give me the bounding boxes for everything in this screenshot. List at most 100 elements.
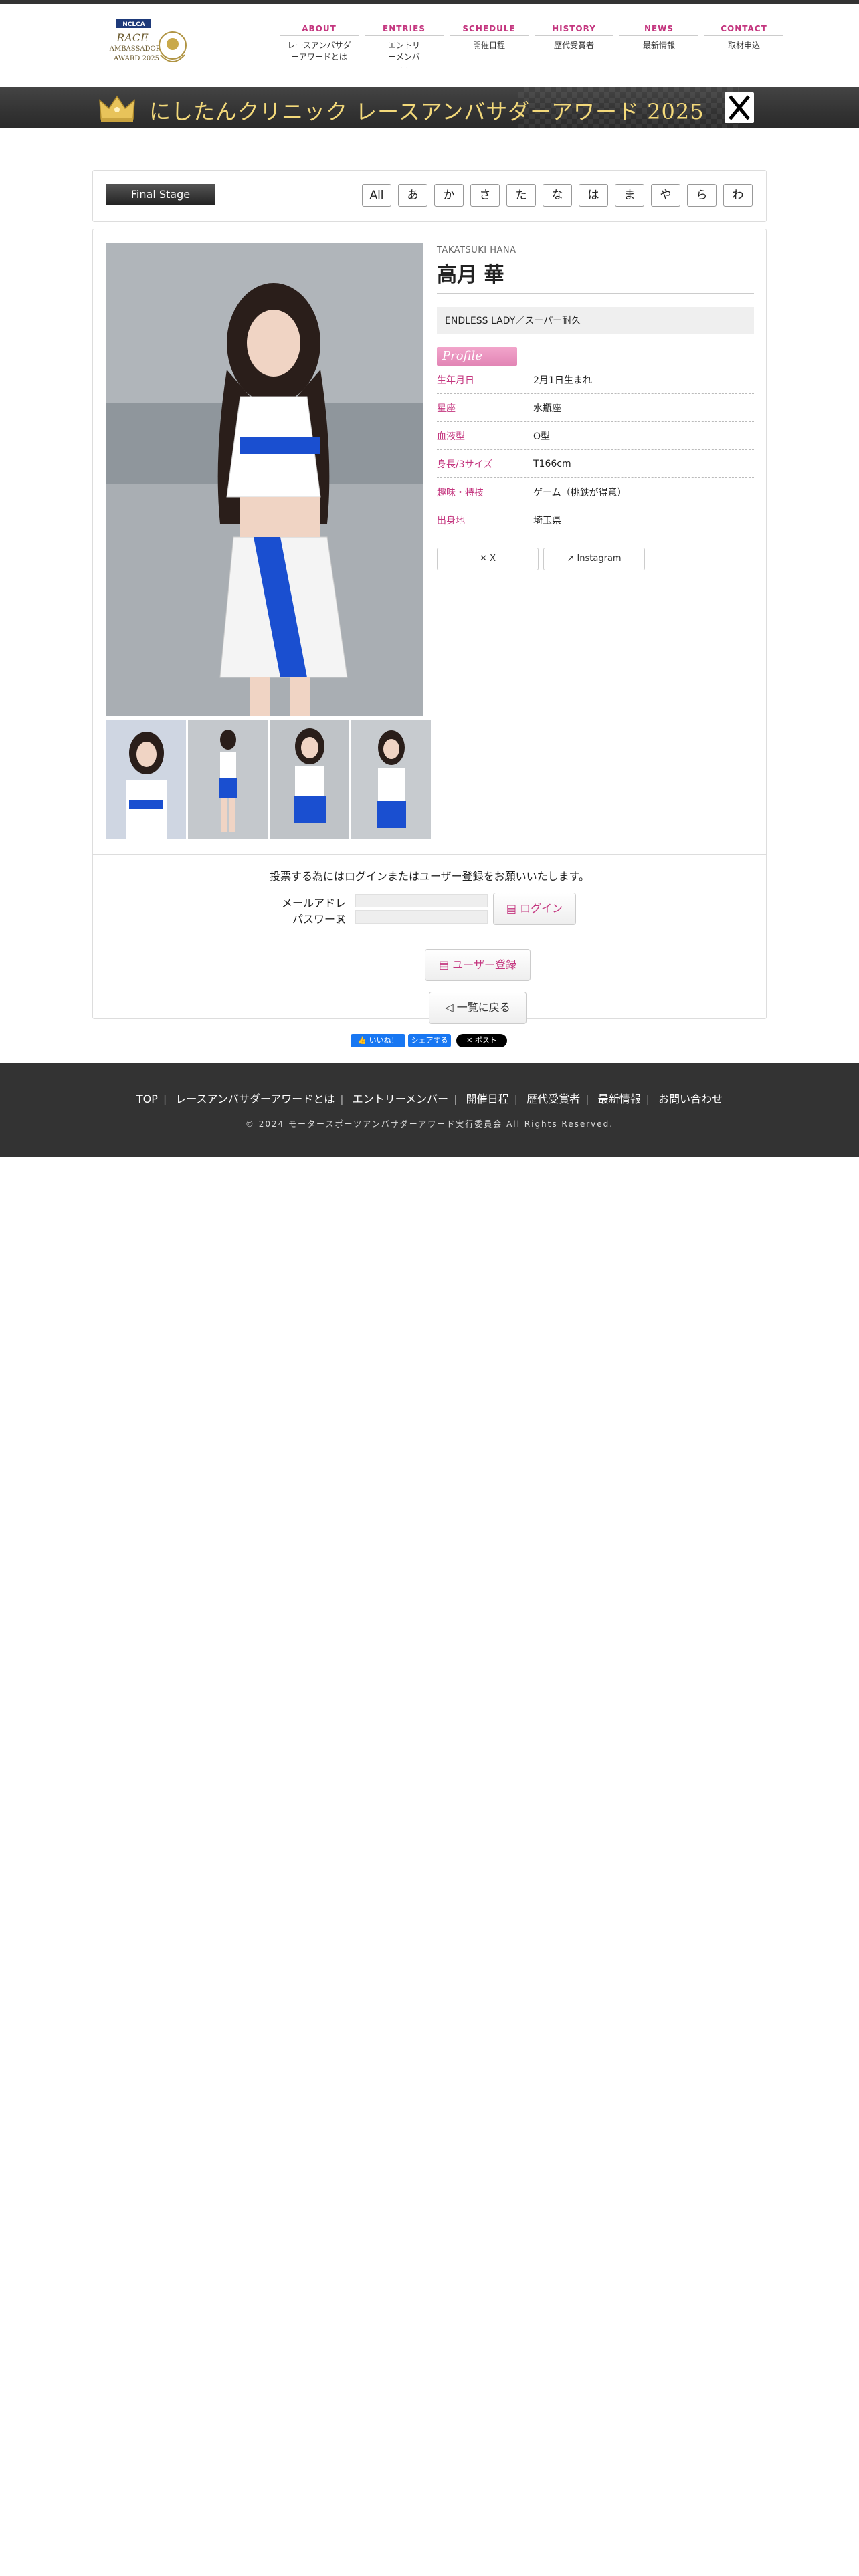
header: NCLCA RACE AMBASSADOR AWARD 2025 ABOUT レー… [95, 4, 783, 87]
name-japanese: 高月 華 [437, 258, 754, 294]
kana-ha-button[interactable]: は [579, 184, 608, 207]
footer-link-entries[interactable]: エントリーメンバー [353, 1093, 448, 1105]
x-link-button[interactable]: ✕ X [437, 548, 539, 570]
back-label: 一覧に戻る [456, 1001, 510, 1014]
footer: TOP | レースアンバサダーアワードとは | エントリーメンバー | 開催日程 | 歴… [0, 1063, 859, 1157]
nav-news[interactable]: NEWS 最新情報 [619, 21, 698, 74]
kana-all-button[interactable]: All [362, 184, 391, 207]
kana-a-button[interactable]: あ [398, 184, 427, 207]
login-form: メールアドレス パスワード ▤ ログイン [276, 891, 584, 932]
nav-entries-en: ENTRIES [365, 21, 444, 36]
kana-na-button[interactable]: な [543, 184, 572, 207]
main-photo[interactable] [106, 243, 423, 716]
profile-row-value: 2月1日生まれ [533, 374, 592, 386]
back-icon: ◁ [445, 1001, 457, 1014]
email-field[interactable] [355, 894, 488, 907]
thumbnail-1[interactable] [106, 720, 186, 839]
kana-ya-button[interactable]: や [651, 184, 680, 207]
profile-row-value: ゲーム（桃鉄が得意） [533, 487, 627, 498]
copyright: © 2024 モータースポーツアンバサダーアワード実行委員会 All Right… [245, 1119, 614, 1129]
profile-row: 血液型 O型 [437, 422, 754, 450]
profile-row-label: 趣味・特技 [437, 487, 484, 498]
instagram-link-button[interactable]: ↗ Instagram [543, 548, 645, 570]
svg-text:AWARD 2025: AWARD 2025 [113, 55, 159, 62]
x-post-icon: ✕ [466, 1036, 475, 1045]
thumbnail-4[interactable] [351, 720, 431, 839]
profile-row: 趣味・特技 ゲーム（桃鉄が得意） [437, 478, 754, 506]
kana-ta-button[interactable]: た [506, 184, 536, 207]
x-logo-icon[interactable] [725, 92, 754, 123]
kana-ra-button[interactable]: ら [687, 184, 717, 207]
svg-text:NCLCA: NCLCA [122, 21, 145, 28]
kana-filter: All あ か さ た な は ま や ら わ [355, 184, 753, 207]
login-label: ログイン [520, 902, 563, 915]
site-logo[interactable]: NCLCA RACE AMBASSADOR AWARD 2025 [107, 17, 191, 81]
footer-separator: | [163, 1093, 167, 1105]
x-post-label: ポスト [474, 1036, 497, 1045]
profile-info: TAKATSUKI HANA 高月 華 ENDLESS LADY／スーパー耐久 … [437, 243, 754, 570]
facebook-share-button[interactable]: シェアする [408, 1034, 451, 1047]
footer-link-about[interactable]: レースアンバサダーアワードとは [175, 1093, 335, 1105]
nav-history-ja: 歴代受賞者 [553, 41, 594, 50]
nav-contact[interactable]: CONTACT 取材申込 [704, 21, 783, 74]
stage-label[interactable]: Final Stage [106, 184, 215, 205]
register-icon: ▤ [439, 958, 453, 971]
nav-history[interactable]: HISTORY 歴代受賞者 [535, 21, 613, 74]
footer-separator: | [454, 1093, 458, 1105]
section-divider [93, 854, 766, 855]
main-nav: ABOUT レースアンバサダーアワードとは ENTRIES エントリーメンバー SC… [280, 21, 789, 74]
thumbnail-3[interactable] [270, 720, 349, 839]
nav-schedule[interactable]: SCHEDULE 開催日程 [450, 21, 529, 74]
x-link-label: X [490, 554, 496, 564]
password-field[interactable] [355, 910, 488, 924]
profile-row: 星座 水瓶座 [437, 394, 754, 422]
thumbnail-strip [106, 720, 433, 839]
profile-row-value: T166cm [533, 458, 571, 469]
external-link-icon: ↗ [567, 554, 577, 564]
profile-row: 身長/3サイズ T166cm [437, 450, 754, 478]
footer-link-schedule[interactable]: 開催日程 [466, 1093, 509, 1105]
footer-link-history[interactable]: 歴代受賞者 [527, 1093, 580, 1105]
profile-row-value: 埼玉県 [533, 515, 561, 526]
crown-icon [97, 92, 137, 123]
name-romaji: TAKATSUKI HANA [437, 245, 516, 255]
footer-link-contact[interactable]: お問い合わせ [658, 1093, 723, 1105]
login-icon: ▤ [506, 902, 520, 915]
footer-nav: TOP | レースアンバサダーアワードとは | エントリーメンバー | 開催日程 | 歴… [0, 1090, 859, 1106]
register-label: ユーザー登録 [452, 958, 516, 971]
nav-about-ja: レースアンバサダーアワードとは [287, 41, 351, 62]
footer-separator: | [514, 1093, 518, 1105]
nav-about[interactable]: ABOUT レースアンバサダーアワードとは [280, 21, 359, 74]
x-post-button[interactable]: ✕ ポスト [456, 1034, 507, 1047]
nav-entries[interactable]: ENTRIES エントリーメンバー [365, 21, 444, 74]
profile-row-label: 出身地 [437, 515, 465, 526]
thumbnail-2[interactable] [188, 720, 268, 839]
kana-ka-button[interactable]: か [434, 184, 464, 207]
team-label: ENDLESS LADY／スーパー耐久 [437, 307, 754, 334]
nav-news-en: NEWS [619, 21, 698, 36]
login-button[interactable]: ▤ ログイン [493, 893, 576, 925]
profile-row-value: O型 [533, 431, 551, 442]
footer-separator: | [585, 1093, 589, 1105]
footer-link-news[interactable]: 最新情報 [598, 1093, 641, 1105]
footer-link-top[interactable]: TOP [136, 1093, 158, 1105]
social-share-bar: 👍 いいね！ シェアする ✕ ポスト [0, 1034, 859, 1047]
kana-ma-button[interactable]: ま [615, 184, 644, 207]
footer-separator: | [340, 1093, 344, 1105]
svg-text:RACE: RACE [116, 31, 149, 44]
kana-sa-button[interactable]: さ [470, 184, 500, 207]
banner-title: にしたんクリニック レースアンバサダーアワード 2025 [149, 99, 704, 124]
kana-wa-button[interactable]: わ [723, 184, 753, 207]
back-to-list-button[interactable]: ◁ 一覧に戻る [429, 992, 527, 1024]
nav-contact-en: CONTACT [704, 21, 783, 36]
sns-links: ✕ X ↗ Instagram [437, 548, 754, 570]
nav-entries-ja: エントリーメンバー [387, 41, 420, 73]
nav-schedule-en: SCHEDULE [450, 21, 529, 36]
profile-row-label: 身長/3サイズ [437, 459, 493, 470]
nav-news-ja: 最新情報 [642, 41, 675, 50]
register-button[interactable]: ▤ ユーザー登録 [425, 949, 531, 981]
profile-row: 出身地 埼玉県 [437, 506, 754, 534]
profile-row-label: 血液型 [437, 431, 465, 442]
facebook-like-button[interactable]: 👍 いいね！ [351, 1034, 405, 1047]
profile-row-label: 生年月日 [437, 374, 474, 386]
